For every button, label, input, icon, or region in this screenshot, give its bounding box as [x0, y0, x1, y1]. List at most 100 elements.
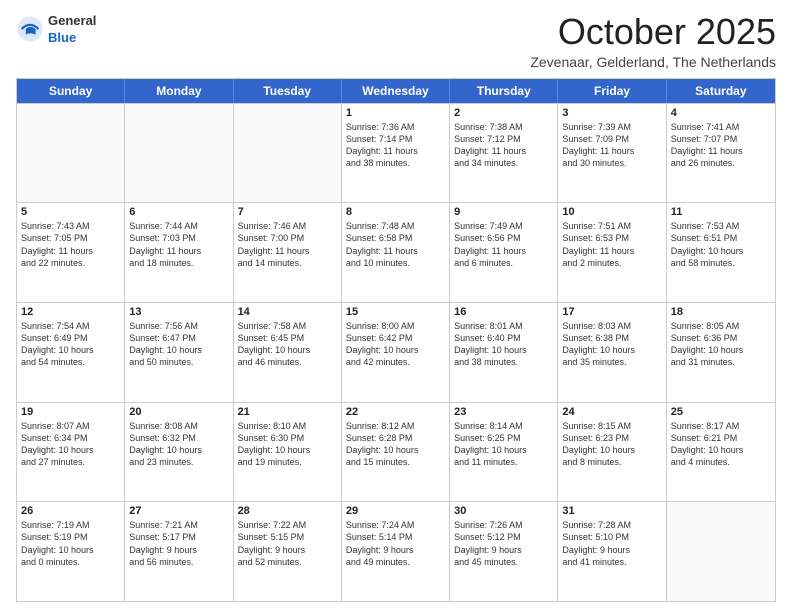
cal-cell-5-1: 26 Sunrise: 7:19 AM Sunset: 5:19 PM Dayli… [17, 502, 125, 601]
page: General Blue October 2025 Zevenaar, Geld… [0, 0, 792, 612]
day-number: 15 [346, 306, 445, 318]
month-title: October 2025 [530, 12, 776, 52]
day-number: 26 [21, 505, 120, 517]
cal-cell-5-7 [667, 502, 775, 601]
cal-cell-2-4: 8 Sunrise: 7:48 AM Sunset: 6:58 PM Daylig… [342, 203, 450, 302]
cell-text: Sunrise: 7:26 AM Sunset: 5:12 PM Dayligh… [454, 519, 553, 568]
header-day-thursday: Thursday [450, 79, 558, 103]
day-number: 8 [346, 206, 445, 218]
day-number: 31 [562, 505, 661, 517]
cell-text: Sunrise: 7:24 AM Sunset: 5:14 PM Dayligh… [346, 519, 445, 568]
cell-text: Sunrise: 8:12 AM Sunset: 6:28 PM Dayligh… [346, 420, 445, 469]
cell-text: Sunrise: 7:48 AM Sunset: 6:58 PM Dayligh… [346, 220, 445, 269]
cell-text: Sunrise: 7:41 AM Sunset: 7:07 PM Dayligh… [671, 121, 771, 170]
logo: General Blue [16, 12, 96, 46]
title-block: October 2025 Zevenaar, Gelderland, The N… [530, 12, 776, 70]
header-day-tuesday: Tuesday [234, 79, 342, 103]
cell-text: Sunrise: 7:56 AM Sunset: 6:47 PM Dayligh… [129, 320, 228, 369]
cal-cell-3-5: 16 Sunrise: 8:01 AM Sunset: 6:40 PM Dayli… [450, 303, 558, 402]
calendar-week-1: 1 Sunrise: 7:36 AM Sunset: 7:14 PM Daylig… [17, 103, 775, 203]
calendar-header: SundayMondayTuesdayWednesdayThursdayFrid… [17, 79, 775, 103]
day-number: 14 [238, 306, 337, 318]
day-number: 10 [562, 206, 661, 218]
day-number: 17 [562, 306, 661, 318]
cal-cell-5-6: 31 Sunrise: 7:28 AM Sunset: 5:10 PM Dayli… [558, 502, 666, 601]
day-number: 28 [238, 505, 337, 517]
cal-cell-4-4: 22Sunrise: 8:12 AM Sunset: 6:28 PM Dayli… [342, 403, 450, 502]
cell-text: Sunrise: 7:43 AM Sunset: 7:05 PM Dayligh… [21, 220, 120, 269]
cal-cell-4-6: 24Sunrise: 8:15 AM Sunset: 6:23 PM Dayli… [558, 403, 666, 502]
day-number: 3 [562, 107, 661, 119]
day-number: 25 [671, 406, 771, 418]
cell-text: Sunrise: 7:54 AM Sunset: 6:49 PM Dayligh… [21, 320, 120, 369]
cell-text: Sunrise: 7:19 AM Sunset: 5:19 PM Dayligh… [21, 519, 120, 568]
day-number: 11 [671, 206, 771, 218]
cal-cell-3-7: 18 Sunrise: 8:05 AM Sunset: 6:36 PM Dayli… [667, 303, 775, 402]
cell-text: Sunrise: 8:05 AM Sunset: 6:36 PM Dayligh… [671, 320, 771, 369]
day-number: 9 [454, 206, 553, 218]
day-number: 16 [454, 306, 553, 318]
calendar-week-2: 5 Sunrise: 7:43 AM Sunset: 7:05 PM Daylig… [17, 202, 775, 302]
cal-cell-2-3: 7Sunrise: 7:46 AM Sunset: 7:00 PM Daylig… [234, 203, 342, 302]
cell-text: Sunrise: 8:01 AM Sunset: 6:40 PM Dayligh… [454, 320, 553, 369]
cal-cell-5-5: 30 Sunrise: 7:26 AM Sunset: 5:12 PM Dayli… [450, 502, 558, 601]
day-number: 27 [129, 505, 228, 517]
cell-text: Sunrise: 7:49 AM Sunset: 6:56 PM Dayligh… [454, 220, 553, 269]
cal-cell-1-6: 3 Sunrise: 7:39 AM Sunset: 7:09 PM Daylig… [558, 104, 666, 203]
cell-text: Sunrise: 8:07 AM Sunset: 6:34 PM Dayligh… [21, 420, 120, 469]
cal-cell-5-3: 28 Sunrise: 7:22 AM Sunset: 5:15 PM Dayli… [234, 502, 342, 601]
cell-text: Sunrise: 8:14 AM Sunset: 6:25 PM Dayligh… [454, 420, 553, 469]
cal-cell-4-7: 25 Sunrise: 8:17 AM Sunset: 6:21 PM Dayli… [667, 403, 775, 502]
cal-cell-2-6: 10Sunrise: 7:51 AM Sunset: 6:53 PM Dayli… [558, 203, 666, 302]
day-number: 13 [129, 306, 228, 318]
logo-icon [16, 15, 44, 43]
cal-cell-2-5: 9 Sunrise: 7:49 AM Sunset: 6:56 PM Daylig… [450, 203, 558, 302]
cal-cell-3-4: 15 Sunrise: 8:00 AM Sunset: 6:42 PM Dayli… [342, 303, 450, 402]
logo-general: General [48, 13, 96, 28]
calendar-body: 1 Sunrise: 7:36 AM Sunset: 7:14 PM Daylig… [17, 103, 775, 601]
cell-text: Sunrise: 7:22 AM Sunset: 5:15 PM Dayligh… [238, 519, 337, 568]
cal-cell-4-1: 19Sunrise: 8:07 AM Sunset: 6:34 PM Dayli… [17, 403, 125, 502]
cal-cell-3-1: 12 Sunrise: 7:54 AM Sunset: 6:49 PM Dayli… [17, 303, 125, 402]
cell-text: Sunrise: 8:17 AM Sunset: 6:21 PM Dayligh… [671, 420, 771, 469]
cell-text: Sunrise: 7:28 AM Sunset: 5:10 PM Dayligh… [562, 519, 661, 568]
day-number: 20 [129, 406, 228, 418]
day-number: 30 [454, 505, 553, 517]
location-title: Zevenaar, Gelderland, The Netherlands [530, 54, 776, 70]
calendar: SundayMondayTuesdayWednesdayThursdayFrid… [16, 78, 776, 602]
cal-cell-3-2: 13 Sunrise: 7:56 AM Sunset: 6:47 PM Dayli… [125, 303, 233, 402]
cal-cell-1-3 [234, 104, 342, 203]
cal-cell-2-1: 5 Sunrise: 7:43 AM Sunset: 7:05 PM Daylig… [17, 203, 125, 302]
cell-text: Sunrise: 8:00 AM Sunset: 6:42 PM Dayligh… [346, 320, 445, 369]
day-number: 12 [21, 306, 120, 318]
day-number: 1 [346, 107, 445, 119]
cal-cell-1-5: 2 Sunrise: 7:38 AM Sunset: 7:12 PM Daylig… [450, 104, 558, 203]
header-day-saturday: Saturday [667, 79, 775, 103]
cell-text: Sunrise: 8:08 AM Sunset: 6:32 PM Dayligh… [129, 420, 228, 469]
cal-cell-5-4: 29Sunrise: 7:24 AM Sunset: 5:14 PM Dayli… [342, 502, 450, 601]
day-number: 5 [21, 206, 120, 218]
header-day-wednesday: Wednesday [342, 79, 450, 103]
day-number: 18 [671, 306, 771, 318]
cal-cell-3-6: 17Sunrise: 8:03 AM Sunset: 6:38 PM Dayli… [558, 303, 666, 402]
day-number: 4 [671, 107, 771, 119]
cell-text: Sunrise: 8:15 AM Sunset: 6:23 PM Dayligh… [562, 420, 661, 469]
header: General Blue October 2025 Zevenaar, Geld… [16, 12, 776, 70]
cal-cell-1-2 [125, 104, 233, 203]
day-number: 21 [238, 406, 337, 418]
cell-text: Sunrise: 7:36 AM Sunset: 7:14 PM Dayligh… [346, 121, 445, 170]
cal-cell-4-5: 23Sunrise: 8:14 AM Sunset: 6:25 PM Dayli… [450, 403, 558, 502]
cell-text: Sunrise: 7:38 AM Sunset: 7:12 PM Dayligh… [454, 121, 553, 170]
calendar-week-5: 26 Sunrise: 7:19 AM Sunset: 5:19 PM Dayli… [17, 501, 775, 601]
cal-cell-3-3: 14 Sunrise: 7:58 AM Sunset: 6:45 PM Dayli… [234, 303, 342, 402]
calendar-week-4: 19Sunrise: 8:07 AM Sunset: 6:34 PM Dayli… [17, 402, 775, 502]
cell-text: Sunrise: 7:58 AM Sunset: 6:45 PM Dayligh… [238, 320, 337, 369]
cell-text: Sunrise: 7:39 AM Sunset: 7:09 PM Dayligh… [562, 121, 661, 170]
calendar-week-3: 12 Sunrise: 7:54 AM Sunset: 6:49 PM Dayli… [17, 302, 775, 402]
header-day-monday: Monday [125, 79, 233, 103]
logo-blue: Blue [48, 30, 76, 45]
day-number: 2 [454, 107, 553, 119]
cal-cell-2-7: 11Sunrise: 7:53 AM Sunset: 6:51 PM Dayli… [667, 203, 775, 302]
cell-text: Sunrise: 8:10 AM Sunset: 6:30 PM Dayligh… [238, 420, 337, 469]
header-day-sunday: Sunday [17, 79, 125, 103]
